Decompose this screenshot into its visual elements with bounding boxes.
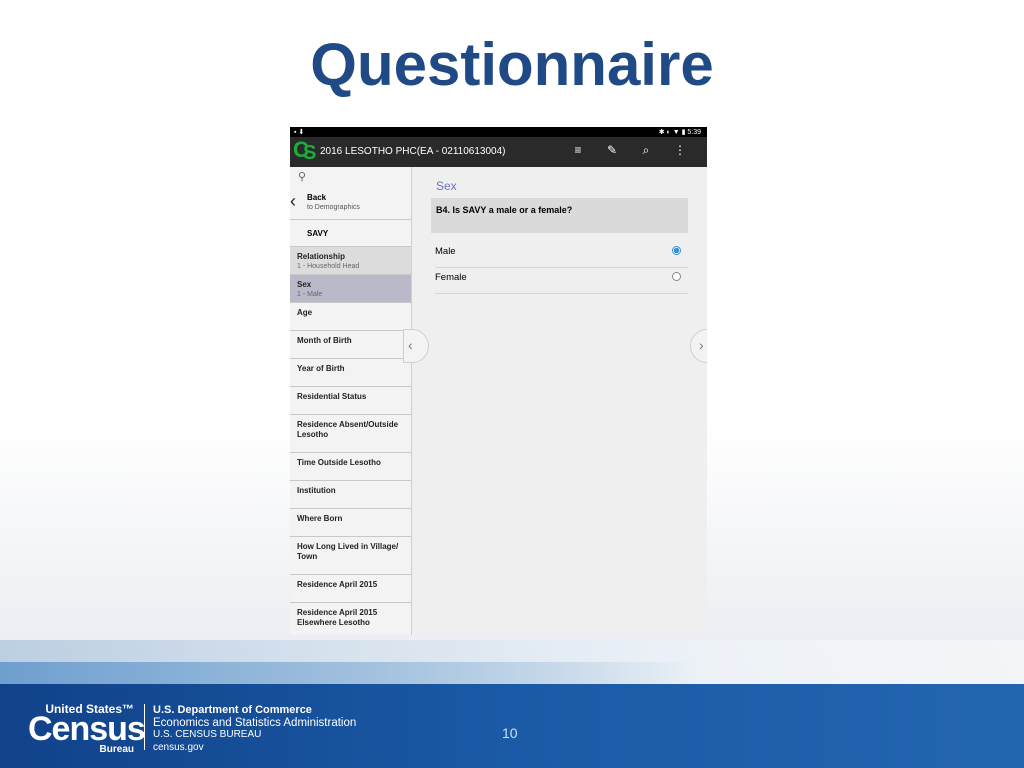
chevron-right-icon: › xyxy=(699,337,704,353)
app-title: 2016 LESOTHO PHC(EA - 02110613004) xyxy=(320,146,506,157)
list-icon[interactable]: ≡ xyxy=(561,143,595,157)
app-toolbar: ≡ ✎ ⌕ ⋮ xyxy=(561,143,697,158)
sidebar-item-residence-absent[interactable]: Residence Absent/Outside Lesotho xyxy=(290,415,411,453)
sidebar-item-month-of-birth[interactable]: Month of Birth xyxy=(290,331,411,359)
option-female[interactable]: Female xyxy=(435,268,688,294)
chevron-left-icon: ‹ xyxy=(408,337,413,353)
radio-selected-icon[interactable] xyxy=(672,246,681,255)
sidebar-item-time-outside[interactable]: Time Outside Lesotho xyxy=(290,453,411,481)
sidebar-item-institution[interactable]: Institution xyxy=(290,481,411,509)
question-sidebar: ⚲ ‹ Back to Demographics SAVY Relationsh… xyxy=(290,167,412,635)
footer-divider xyxy=(144,704,145,750)
status-time: ✱ ◐ ▼ ▮ 5:39 xyxy=(658,129,701,136)
sidebar-item-relationship[interactable]: Relationship 1 - Household Head xyxy=(290,247,411,275)
page-number: 10 xyxy=(502,725,518,741)
search-icon[interactable]: ⚲ xyxy=(290,167,411,187)
sidebar-item-residence-april-2015[interactable]: Residence April 2015 xyxy=(290,575,411,603)
chevron-left-icon: ‹ xyxy=(290,191,296,211)
overflow-menu-icon[interactable]: ⋮ xyxy=(663,143,697,157)
status-bar: ▪ ⬇ ✱ ◐ ▼ ▮ 5:39 xyxy=(290,127,707,137)
option-male[interactable]: Male xyxy=(435,242,688,268)
department-info: U.S. Department of Commerce Economics an… xyxy=(153,704,357,753)
notification-icons: ▪ ⬇ xyxy=(294,129,305,136)
slide-title: Questionnaire xyxy=(310,31,714,98)
footer-bar: United States™ Census Bureau U.S. Depart… xyxy=(0,684,1024,768)
decorative-band-accent xyxy=(0,662,700,684)
tablet-screenshot: ▪ ⬇ ✱ ◐ ▼ ▮ 5:39 CS 2016 LESOTHO PHC(EA … xyxy=(290,127,707,635)
section-title: Sex xyxy=(436,179,457,193)
question-panel: Sex B4. Is SAVY a male or a female? Male… xyxy=(413,167,707,635)
sidebar-item-residence-april-2015-elsewhere[interactable]: Residence April 2015 Elsewhere Lesotho xyxy=(290,603,411,635)
sidebar-item-how-long-lived[interactable]: How Long Lived in Village/ Town xyxy=(290,537,411,575)
census-logo: United States™ Census Bureau xyxy=(28,702,146,755)
cs-logo-icon: CS xyxy=(293,137,317,164)
sidebar-item-sex[interactable]: Sex 1 - Male xyxy=(290,275,411,303)
sidebar-item-age[interactable]: Age xyxy=(290,303,411,331)
sidebar-item-year-of-birth[interactable]: Year of Birth xyxy=(290,359,411,387)
person-name: SAVY xyxy=(290,220,411,247)
sidebar-item-where-born[interactable]: Where Born xyxy=(290,509,411,537)
sidebar-item-residential-status[interactable]: Residential Status xyxy=(290,387,411,415)
radio-unselected-icon[interactable] xyxy=(672,272,681,281)
search-icon[interactable]: ⌕ xyxy=(629,143,663,158)
edit-icon[interactable]: ✎ xyxy=(595,143,629,157)
question-text: B4. Is SAVY a male or a female? xyxy=(431,198,688,233)
back-button[interactable]: ‹ Back to Demographics xyxy=(290,187,411,220)
app-bar: CS 2016 LESOTHO PHC(EA - 02110613004) ≡ ✎… xyxy=(290,137,707,167)
